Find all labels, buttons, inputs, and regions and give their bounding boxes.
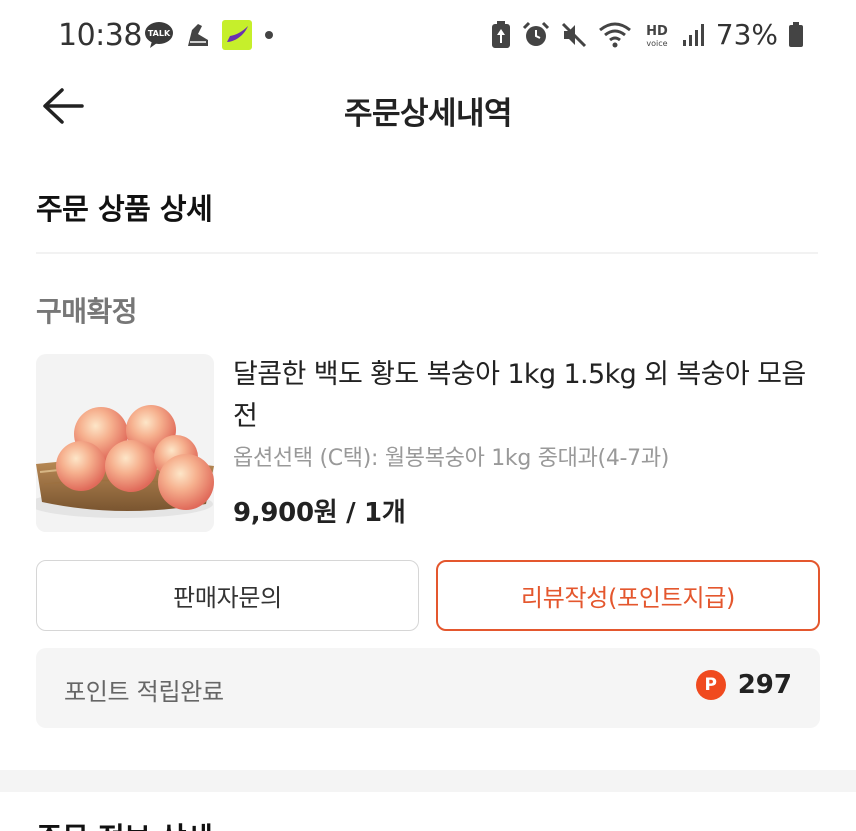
status-bar: 10:38 TALK HD voice 73% bbox=[0, 0, 856, 72]
app-icon bbox=[222, 20, 252, 50]
points-amount: P 297 bbox=[695, 670, 792, 700]
dot-icon bbox=[262, 28, 276, 42]
points-value: 297 bbox=[737, 670, 792, 700]
point-badge-icon: P bbox=[695, 670, 726, 700]
battery-icon bbox=[788, 21, 804, 49]
page-title: 주문상세내역 bbox=[343, 96, 513, 132]
product-price: 9,900원 / 1개 bbox=[233, 498, 406, 528]
svg-text:TALK: TALK bbox=[148, 29, 171, 38]
signal-icon bbox=[682, 22, 706, 48]
order-status: 구매확정 bbox=[36, 295, 138, 328]
shoe-icon bbox=[184, 20, 212, 50]
status-right-icons: HD voice 73% bbox=[490, 18, 804, 51]
mute-icon bbox=[560, 21, 588, 49]
product-image[interactable] bbox=[36, 354, 214, 532]
seller-inquiry-button[interactable]: 판매자문의 bbox=[36, 560, 419, 631]
hd-voice-icon: HD voice bbox=[642, 21, 672, 49]
divider bbox=[36, 252, 818, 254]
svg-text:HD: HD bbox=[646, 24, 668, 39]
battery-percent: 73% bbox=[715, 18, 778, 51]
svg-text:voice: voice bbox=[646, 39, 667, 48]
section-title: 주문 상품 상세 bbox=[36, 192, 213, 226]
battery-saver-icon bbox=[490, 20, 512, 50]
order-info-section-title: 주문 정보 상세 bbox=[36, 815, 213, 831]
status-time: 10:38 bbox=[58, 18, 142, 53]
points-box: 포인트 적립완료 P 297 bbox=[36, 648, 820, 728]
talk-icon: TALK bbox=[144, 21, 174, 49]
status-left-icons: TALK bbox=[144, 20, 276, 50]
wifi-icon bbox=[598, 21, 632, 49]
app-header: 주문상세내역 bbox=[0, 72, 856, 144]
product-option: 옵션선택 (C택): 월봉복숭아 1kg 중대과(4-7과) bbox=[233, 446, 670, 471]
write-review-button[interactable]: 리뷰작성(포인트지급) bbox=[436, 560, 820, 631]
section-separator bbox=[0, 770, 856, 792]
alarm-icon bbox=[522, 21, 550, 49]
product-name[interactable]: 달콤한 백도 황도 복숭아 1kg 1.5kg 외 복숭아 모음전 bbox=[233, 354, 823, 438]
peaches-image bbox=[36, 354, 214, 532]
points-label: 포인트 적립완료 bbox=[64, 678, 224, 706]
